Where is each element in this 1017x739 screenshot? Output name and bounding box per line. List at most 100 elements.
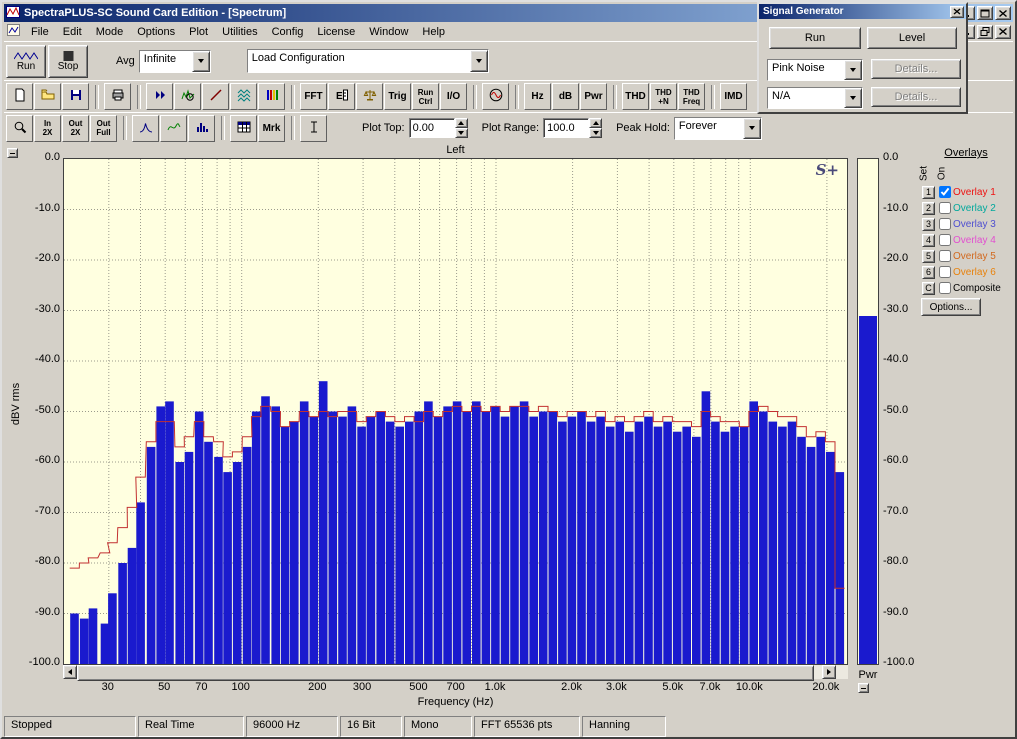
- run-control-button[interactable]: Run Ctrl: [412, 83, 439, 110]
- generator-run-button[interactable]: Run: [769, 27, 861, 49]
- overlay-on-checkbox-6[interactable]: [939, 266, 951, 278]
- calibration-button[interactable]: [356, 83, 383, 110]
- menu-window[interactable]: Window: [362, 24, 415, 40]
- save-file-button[interactable]: [62, 83, 89, 110]
- overlay-set-button-3[interactable]: 3: [922, 217, 935, 231]
- generator-level-button[interactable]: Level: [867, 27, 957, 49]
- zoom-in-2x-button[interactable]: In 2X: [34, 114, 61, 142]
- y-tick: -60.0: [883, 454, 909, 466]
- scaling-button[interactable]: E: [328, 83, 355, 110]
- mdi-restore-button[interactable]: [977, 24, 993, 39]
- cursor-marker-button[interactable]: [300, 114, 327, 142]
- zoom-out-full-button[interactable]: Out Full: [90, 114, 117, 142]
- waterfall-view-button[interactable]: [230, 83, 257, 110]
- menu-utilities[interactable]: Utilities: [215, 24, 264, 40]
- pane-toggle-button[interactable]: [858, 683, 869, 693]
- imd-button[interactable]: IMD: [720, 83, 747, 110]
- peak-hold-combobox[interactable]: Forever: [673, 116, 762, 140]
- imd-label: IMD: [724, 91, 743, 102]
- dialog-close-button[interactable]: [950, 5, 964, 18]
- overlay-options-button[interactable]: Options...: [921, 298, 981, 316]
- hz-units-button[interactable]: Hz: [524, 83, 551, 110]
- signal-generator-button[interactable]: [482, 83, 509, 110]
- menu-file[interactable]: File: [24, 24, 56, 40]
- spin-down-button[interactable]: [589, 128, 603, 138]
- chevron-down-icon[interactable]: [469, 50, 488, 72]
- thd-n-button[interactable]: THD +N: [650, 83, 677, 110]
- stop-button[interactable]: Stop: [48, 44, 88, 78]
- magnifier-icon: [13, 120, 27, 137]
- bar-plot-button[interactable]: [188, 114, 215, 142]
- overlay-on-checkbox-3[interactable]: [939, 218, 951, 230]
- time-series-view-button[interactable]: [146, 83, 173, 110]
- configuration-combobox[interactable]: Load Configuration: [246, 49, 489, 73]
- scrollbar-track[interactable]: [814, 665, 822, 679]
- overlay-on-checkbox-4[interactable]: [939, 234, 951, 246]
- scroll-right-button[interactable]: [822, 665, 836, 679]
- x-tick: 20.0k: [812, 681, 840, 693]
- line-plot-button[interactable]: [160, 114, 187, 142]
- phase-view-button[interactable]: [202, 83, 229, 110]
- menu-edit[interactable]: Edit: [56, 24, 89, 40]
- spectrogram-view-button[interactable]: [258, 83, 285, 110]
- overlay-on-checkbox-2[interactable]: [939, 202, 951, 214]
- plot-top-input[interactable]: [408, 118, 455, 138]
- waveform-details-button[interactable]: Details...: [871, 59, 961, 79]
- averaging-combobox[interactable]: Infinite: [138, 49, 211, 73]
- spin-up-button[interactable]: [454, 118, 468, 128]
- menu-mode[interactable]: Mode: [89, 24, 131, 40]
- chevron-down-icon[interactable]: [844, 60, 862, 80]
- thd-freq-button[interactable]: THD Freq: [678, 83, 705, 110]
- signal-generator-titlebar[interactable]: Signal Generator: [759, 4, 966, 19]
- close-icon: [953, 8, 961, 15]
- zoom-out-2x-button[interactable]: Out 2X: [62, 114, 89, 142]
- y-tick: -70.0: [34, 504, 60, 517]
- document-icon[interactable]: [7, 24, 20, 39]
- spectrum-plot[interactable]: S+: [63, 158, 848, 665]
- menu-options[interactable]: Options: [130, 24, 182, 40]
- overlay-set-button-C[interactable]: C: [922, 281, 935, 295]
- io-device-button[interactable]: I/O: [440, 83, 467, 110]
- spin-up-button[interactable]: [589, 118, 603, 128]
- aux-details-button[interactable]: Details...: [871, 87, 961, 107]
- db-units-button[interactable]: dB: [552, 83, 579, 110]
- chevron-down-icon[interactable]: [844, 88, 862, 108]
- run-button[interactable]: Run: [6, 44, 46, 78]
- waveform-combobox[interactable]: Pink Noise: [767, 59, 863, 81]
- menu-help[interactable]: Help: [415, 24, 452, 40]
- trigger-button[interactable]: Trig: [384, 83, 411, 110]
- overlay-set-button-1[interactable]: 1: [922, 185, 935, 199]
- scroll-left-button[interactable]: [63, 665, 77, 679]
- menu-license[interactable]: License: [310, 24, 362, 40]
- power-units-button[interactable]: Pwr: [580, 83, 607, 110]
- overlay-on-checkbox-1[interactable]: [939, 186, 951, 198]
- overlay-set-button-4[interactable]: 4: [922, 233, 935, 247]
- overlay-set-button-5[interactable]: 5: [922, 249, 935, 263]
- open-file-button[interactable]: [34, 83, 61, 110]
- mdi-close-button[interactable]: [995, 24, 1011, 39]
- menu-config[interactable]: Config: [265, 24, 311, 40]
- zoom-button[interactable]: [6, 114, 33, 142]
- horizontal-scrollbar[interactable]: [63, 665, 848, 681]
- narrowband-plot-button[interactable]: [132, 114, 159, 142]
- aux-waveform-combobox[interactable]: N/A: [767, 87, 863, 109]
- maximize-button[interactable]: [977, 6, 993, 20]
- chevron-down-icon[interactable]: [742, 117, 761, 139]
- plot-range-input[interactable]: [543, 118, 590, 138]
- fft-settings-button[interactable]: FFT: [300, 83, 327, 110]
- thd-button[interactable]: THD: [622, 83, 649, 110]
- close-button[interactable]: [995, 6, 1011, 20]
- data-table-button[interactable]: [230, 114, 257, 142]
- menu-plot[interactable]: Plot: [182, 24, 215, 40]
- overlay-on-checkbox-5[interactable]: [939, 250, 951, 262]
- print-button[interactable]: [104, 83, 131, 110]
- overlay-set-button-2[interactable]: 2: [922, 201, 935, 215]
- marker-button[interactable]: Mrk: [258, 114, 285, 142]
- chevron-down-icon[interactable]: [191, 50, 210, 72]
- spin-down-button[interactable]: [454, 128, 468, 138]
- scrollbar-thumb[interactable]: [77, 665, 814, 681]
- overlay-on-checkbox-C[interactable]: [939, 282, 951, 294]
- overlay-set-button-6[interactable]: 6: [922, 265, 935, 279]
- spectrum-view-button[interactable]: [174, 83, 201, 110]
- new-file-button[interactable]: [6, 83, 33, 110]
